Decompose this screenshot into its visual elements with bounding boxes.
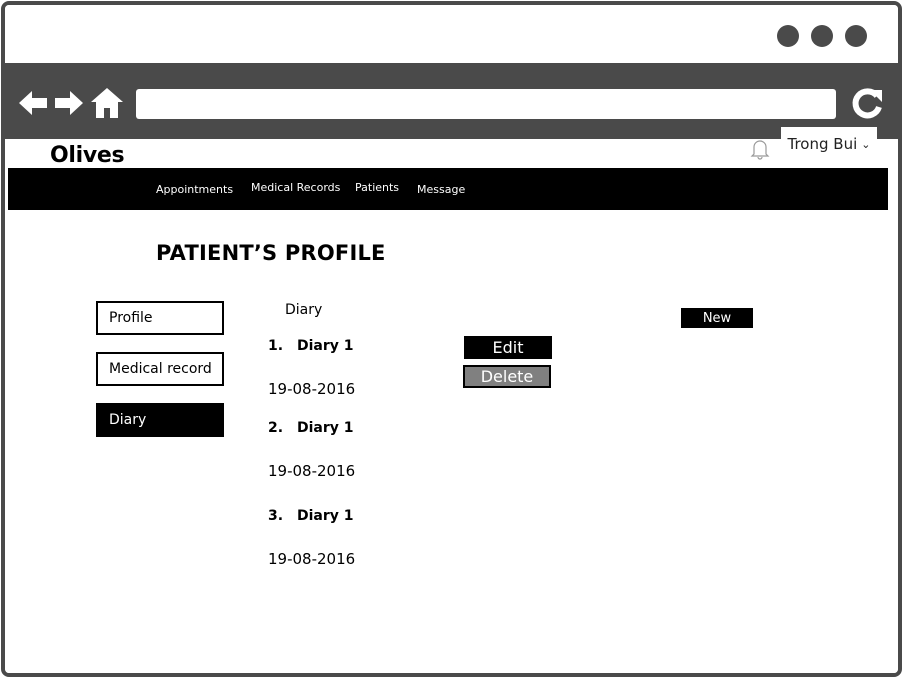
window-minimize-button[interactable]: [777, 25, 799, 47]
diary-entry-title[interactable]: 3. Diary 1: [268, 508, 354, 524]
sidebar-item-label: Medical record: [109, 361, 212, 377]
entry-title-text: Diary 1: [297, 420, 354, 436]
back-arrow-icon[interactable]: [17, 88, 49, 118]
browser-window: Olives Trong Bui ⌄ Appointments Medical …: [1, 1, 902, 677]
sidebar-item-diary[interactable]: Diary: [96, 403, 224, 437]
diary-entry-date: 19-08-2016: [268, 462, 356, 480]
main-nav: Appointments Medical Records Patients Me…: [8, 168, 888, 210]
diary-entry-date: 19-08-2016: [268, 550, 356, 568]
section-title: Diary: [285, 302, 323, 318]
nav-item-appointments[interactable]: Appointments: [156, 183, 233, 196]
window-maximize-button[interactable]: [811, 25, 833, 47]
entry-number: 3.: [268, 508, 284, 524]
diary-entry-date: 19-08-2016: [268, 380, 356, 398]
edit-button[interactable]: Edit: [464, 336, 552, 359]
diary-entry-title[interactable]: 2. Diary 1: [268, 420, 354, 436]
browser-toolbar: [5, 63, 898, 139]
sidebar-item-label: Profile: [109, 310, 153, 326]
entry-number: 2.: [268, 420, 284, 436]
sidebar-item-profile[interactable]: Profile: [96, 301, 224, 335]
chevron-down-icon: ⌄: [861, 137, 871, 151]
forward-arrow-icon[interactable]: [53, 88, 85, 118]
bell-icon[interactable]: [749, 138, 771, 160]
user-menu[interactable]: Trong Bui ⌄: [781, 127, 877, 161]
refresh-icon[interactable]: [850, 87, 884, 121]
entry-title-text: Diary 1: [297, 508, 354, 524]
page-content: Olives Trong Bui ⌄ Appointments Medical …: [5, 127, 898, 673]
user-name: Trong Bui: [787, 135, 858, 153]
diary-entry-title[interactable]: 1. Diary 1: [268, 338, 354, 354]
new-diary-button[interactable]: New: [681, 308, 753, 328]
window-close-button[interactable]: [845, 25, 867, 47]
page-title: PATIENT’S PROFILE: [156, 241, 386, 265]
sidebar-item-medical-record[interactable]: Medical record: [96, 352, 224, 386]
nav-item-medical-records[interactable]: Medical Records: [251, 181, 340, 194]
app-logo: Olives: [50, 143, 125, 168]
entry-number: 1.: [268, 338, 284, 354]
nav-item-patients[interactable]: Patients: [355, 181, 399, 194]
sidebar-item-label: Diary: [109, 412, 147, 428]
address-bar[interactable]: [136, 89, 836, 119]
nav-item-message[interactable]: Message: [417, 183, 465, 196]
entry-title-text: Diary 1: [297, 338, 354, 354]
title-bar: [5, 5, 898, 63]
delete-button[interactable]: Delete: [463, 365, 551, 388]
home-icon[interactable]: [90, 86, 124, 119]
